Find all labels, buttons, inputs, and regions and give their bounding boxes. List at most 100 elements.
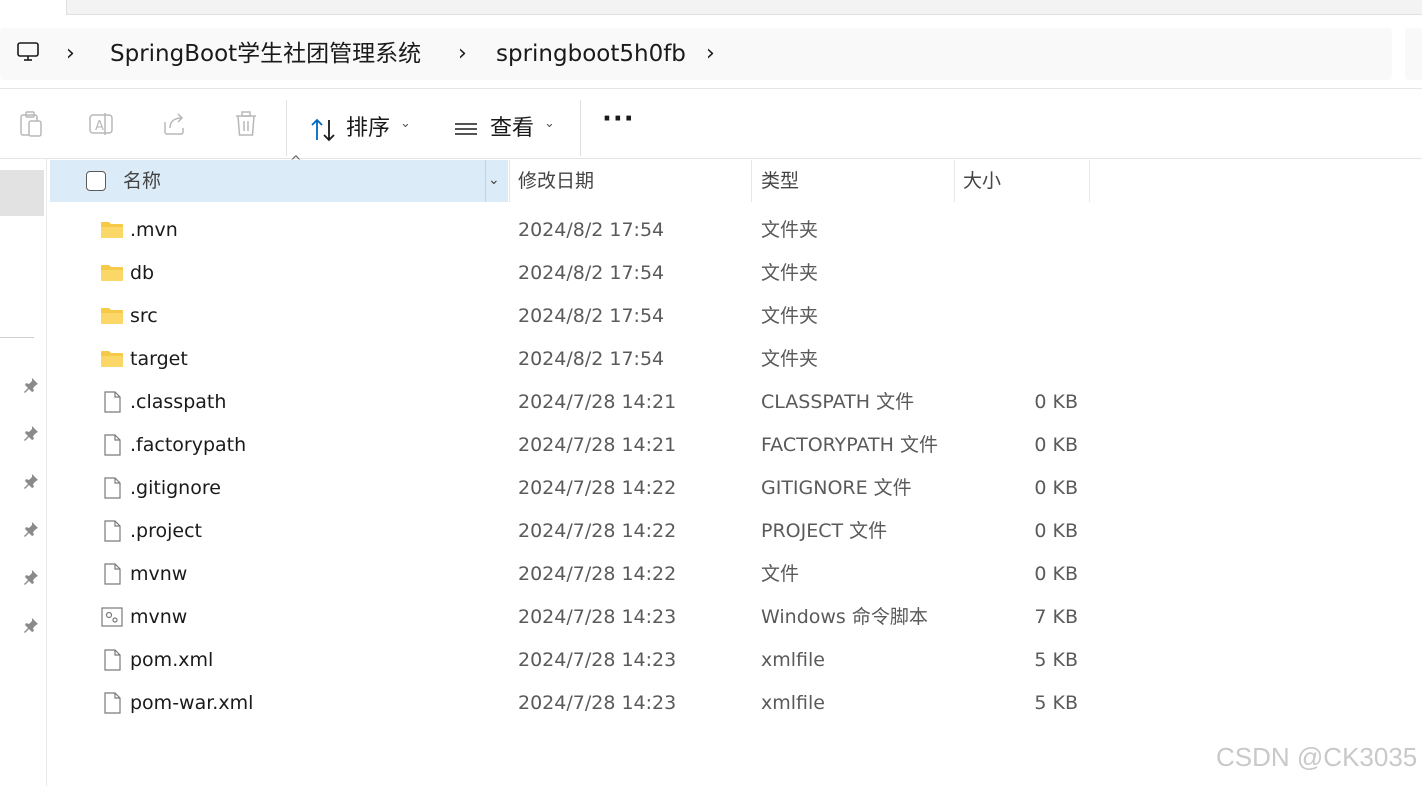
file-type: 文件夹 [761,219,819,241]
watermark: CSDN @CK3035 [1216,742,1418,772]
file-name: .factorypath [130,434,247,456]
pin-icon[interactable] [22,376,40,394]
column-divider[interactable] [751,160,752,202]
nav-divider [0,337,34,338]
file-size [1000,295,1078,338]
column-header-name[interactable]: 名称 [123,164,161,198]
view-icon[interactable] [453,118,479,146]
pin-icon[interactable] [22,568,40,586]
select-all-checkbox[interactable] [86,171,106,191]
column-divider[interactable] [954,160,955,202]
file-name: db [130,262,155,284]
file-name: pom.xml [130,649,214,671]
chevron-right-icon[interactable]: › [706,36,715,72]
chevron-down-icon[interactable]: ⌄ [544,116,555,131]
search-box-edge[interactable] [1405,28,1422,80]
file-icon [100,562,124,586]
sort-ascending-icon: ^ [290,154,302,170]
file-date: 2024/8/2 17:54 [518,219,665,241]
pin-icon[interactable] [22,520,40,538]
file-type: 文件夹 [761,348,819,370]
breadcrumb-item-folder[interactable]: springboot5h0fb [496,36,686,72]
file-type: 文件夹 [761,262,819,284]
column-divider[interactable] [1089,160,1090,202]
file-row[interactable]: .project 2024/7/28 14:22 PROJECT 文件 0 KB [50,510,1090,553]
column-header-date[interactable]: 修改日期 [518,164,594,198]
file-name: target [130,348,188,370]
file-row[interactable]: mvnw 2024/7/28 14:22 文件 0 KB [50,553,1090,596]
command-bar [0,90,1422,158]
toolbar-separator [580,100,581,156]
file-type: 文件 [761,563,800,585]
file-size: 5 KB [1034,692,1078,714]
this-pc-icon[interactable] [16,40,40,64]
breadcrumb-item-project[interactable]: SpringBoot学生社团管理系统 [110,36,421,72]
file-size: 0 KB [1034,563,1078,585]
file-type: FACTORYPATH 文件 [761,434,938,456]
folder-icon [100,304,124,328]
pin-icon[interactable] [22,472,40,490]
chevron-right-icon[interactable]: › [66,36,75,72]
file-type: Windows 命令脚本 [761,606,928,628]
window-top-strip [66,0,1422,15]
file-date: 2024/7/28 14:23 [518,649,677,671]
chevron-right-icon[interactable]: › [458,36,467,72]
folder-icon [100,347,124,371]
file-type: xmlfile [761,692,825,714]
divider [0,158,1422,159]
file-size [1000,338,1078,381]
file-row[interactable]: pom.xml 2024/7/28 14:23 xmlfile 5 KB [50,639,1090,682]
file-row[interactable]: target 2024/8/2 17:54 文件夹 [50,338,1090,381]
file-date: 2024/7/28 14:21 [518,434,677,456]
file-row[interactable]: .factorypath 2024/7/28 14:21 FACTORYPATH 文… [50,424,1090,467]
file-date: 2024/7/28 14:23 [518,692,677,714]
chevron-down-icon[interactable]: ⌄ [488,172,500,188]
file-name: pom-war.xml [130,692,254,714]
paste-icon[interactable] [18,110,44,138]
file-row[interactable]: .gitignore 2024/7/28 14:22 GITIGNORE 文件 0 K… [50,467,1090,510]
toolbar-separator [286,100,287,156]
file-icon [100,390,124,414]
chevron-down-icon[interactable]: ⌄ [400,116,411,131]
file-icon [100,433,124,457]
file-size: 0 KB [1034,434,1078,456]
nav-selected-item[interactable] [0,170,44,216]
file-date: 2024/7/28 14:23 [518,606,677,628]
pin-icon[interactable] [22,616,40,634]
file-name: .mvn [130,219,178,241]
column-header-size[interactable]: 大小 [963,164,1001,198]
file-size [1000,252,1078,295]
file-name: .classpath [130,391,227,413]
file-icon [100,691,124,715]
file-icon [100,519,124,543]
file-row[interactable]: src 2024/8/2 17:54 文件夹 [50,295,1090,338]
file-row[interactable]: .classpath 2024/7/28 14:21 CLASSPATH 文件 0 K… [50,381,1090,424]
file-row[interactable]: .mvn 2024/8/2 17:54 文件夹 [50,209,1090,252]
file-size: 0 KB [1034,477,1078,499]
file-name: mvnw [130,606,188,628]
file-size: 0 KB [1034,520,1078,542]
file-date: 2024/8/2 17:54 [518,305,665,327]
file-type: GITIGNORE 文件 [761,477,912,499]
column-header-name-highlight[interactable] [50,160,508,202]
file-type: 文件夹 [761,305,819,327]
file-row[interactable]: db 2024/8/2 17:54 文件夹 [50,252,1090,295]
file-row[interactable]: pom-war.xml 2024/7/28 14:23 xmlfile 5 KB [50,682,1090,725]
pin-icon[interactable] [22,424,40,442]
column-header-type[interactable]: 类型 [761,164,799,198]
column-divider[interactable] [509,160,510,202]
folder-icon [100,261,124,285]
rename-icon[interactable]: A [88,110,114,138]
file-name: mvnw [130,563,188,585]
file-icon [100,648,124,672]
file-date: 2024/7/28 14:22 [518,520,677,542]
view-button[interactable]: 查看 [490,112,534,146]
sort-icon[interactable] [310,116,336,144]
file-row[interactable]: mvnw 2024/7/28 14:23 Windows 命令脚本 7 KB [50,596,1090,639]
file-date: 2024/8/2 17:54 [518,348,665,370]
delete-icon[interactable] [233,110,259,138]
sort-button[interactable]: 排序 [346,112,390,146]
more-options-button[interactable]: ··· [602,104,635,134]
share-icon[interactable] [161,110,187,138]
file-name: src [130,305,158,327]
